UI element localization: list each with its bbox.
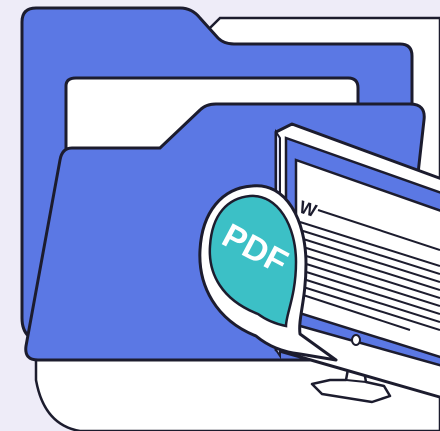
folder-pdf-word-illustration: W PDF [0,0,440,431]
monitor-button [351,334,361,346]
